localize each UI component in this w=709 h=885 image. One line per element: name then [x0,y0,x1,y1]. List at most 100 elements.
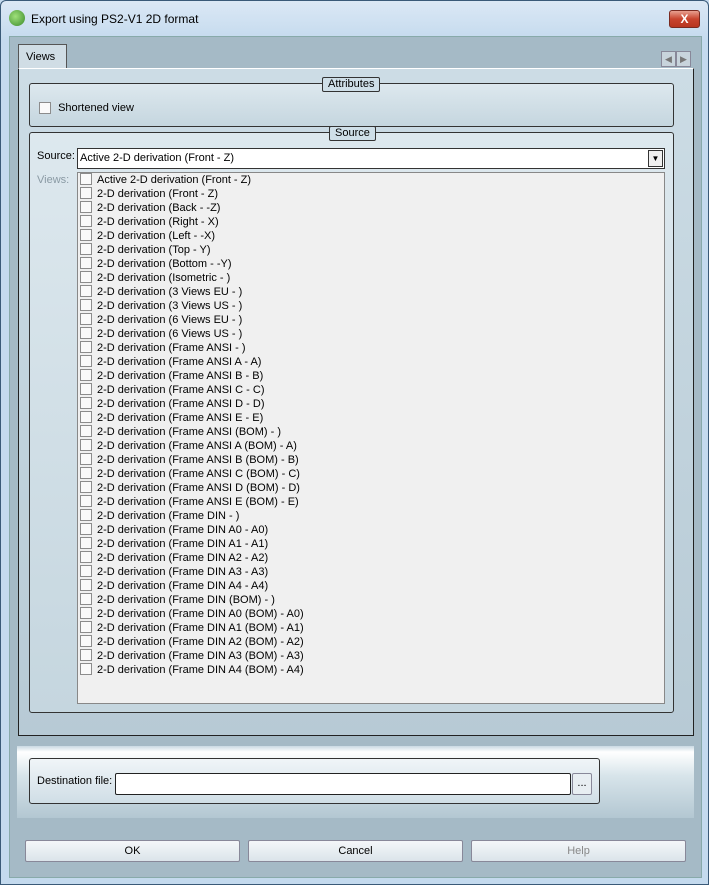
view-checkbox[interactable] [80,621,92,634]
view-list-item[interactable]: 2-D derivation (Frame DIN A4 - A4) [78,579,664,593]
view-checkbox[interactable] [80,313,92,326]
help-button[interactable]: Help [471,840,686,862]
view-checkbox[interactable] [80,355,92,368]
view-checkbox[interactable] [80,579,92,592]
view-label: 2-D derivation (Front - Z) [97,188,219,200]
views-list[interactable]: Active 2-D derivation (Front - Z) 2-D der… [77,172,665,704]
view-checkbox[interactable] [80,523,92,536]
view-list-item[interactable]: 2-D derivation (Frame DIN A2 - A2) [78,551,664,565]
view-label: 2-D derivation (Frame DIN A3 (BOM) - A3) [97,650,304,662]
destination-file-input[interactable] [115,773,571,795]
view-checkbox[interactable] [80,551,92,564]
view-checkbox[interactable] [80,257,92,270]
view-list-item[interactable]: 2-D derivation (Top - Y) [78,243,664,257]
view-list-item[interactable]: 2-D derivation (Frame ANSI D - D) [78,397,664,411]
view-checkbox[interactable] [80,467,92,480]
close-button[interactable]: X [669,10,700,28]
view-list-item[interactable]: 2-D derivation (Frame ANSI D (BOM) - D) [78,481,664,495]
view-list-item[interactable]: 2-D derivation (Frame ANSI E - E) [78,411,664,425]
view-checkbox[interactable] [80,271,92,284]
view-checkbox[interactable] [80,565,92,578]
view-checkbox[interactable] [80,215,92,228]
view-checkbox[interactable] [80,607,92,620]
view-list-item[interactable]: 2-D derivation (Frame DIN A1 - A1) [78,537,664,551]
tab-strip: Views [18,43,694,70]
view-list-item[interactable]: 2-D derivation (Frame DIN - ) [78,509,664,523]
view-list-item[interactable]: 2-D derivation (Frame ANSI B - B) [78,369,664,383]
view-checkbox[interactable] [80,187,92,200]
view-checkbox[interactable] [80,537,92,550]
view-list-item[interactable]: 2-D derivation (Frame DIN (BOM) - ) [78,593,664,607]
view-checkbox[interactable] [80,425,92,438]
view-list-item[interactable]: 2-D derivation (Bottom - -Y) [78,257,664,271]
view-list-item[interactable]: 2-D derivation (Frame DIN A3 (BOM) - A3) [78,649,664,663]
view-checkbox[interactable] [80,341,92,354]
tab-views[interactable]: Views [18,44,67,70]
view-checkbox[interactable] [80,285,92,298]
view-list-item[interactable]: 2-D derivation (Isometric - ) [78,271,664,285]
ok-button[interactable]: OK [25,840,240,862]
view-list-item[interactable]: 2-D derivation (Frame ANSI C (BOM) - C) [78,467,664,481]
view-list-item[interactable]: 2-D derivation (Frame ANSI A (BOM) - A) [78,439,664,453]
view-checkbox[interactable] [80,649,92,662]
view-list-item[interactable]: 2-D derivation (Frame DIN A4 (BOM) - A4) [78,663,664,677]
view-checkbox[interactable] [80,201,92,214]
view-checkbox[interactable] [80,299,92,312]
view-list-item[interactable]: 2-D derivation (Frame ANSI C - C) [78,383,664,397]
view-checkbox[interactable] [80,369,92,382]
view-label: 2-D derivation (Frame ANSI D - D) [97,398,265,410]
view-list-item[interactable]: Active 2-D derivation (Front - Z) [78,173,664,187]
view-list-item[interactable]: 2-D derivation (Frame ANSI E (BOM) - E) [78,495,664,509]
view-checkbox[interactable] [80,635,92,648]
view-checkbox[interactable] [80,173,92,186]
view-label: 2-D derivation (Back - -Z) [97,202,221,214]
view-checkbox[interactable] [80,453,92,466]
attributes-group: Attributes Shortened view [29,77,674,127]
view-list-item[interactable]: 2-D derivation (Frame ANSI B (BOM) - B) [78,453,664,467]
view-label: 2-D derivation (Frame DIN A0 (BOM) - A0) [97,608,304,620]
view-list-item[interactable]: 2-D derivation (3 Views EU - ) [78,285,664,299]
view-list-item[interactable]: 2-D derivation (Frame ANSI (BOM) - ) [78,425,664,439]
view-checkbox[interactable] [80,411,92,424]
view-list-item[interactable]: 2-D derivation (Right - X) [78,215,664,229]
view-list-item[interactable]: 2-D derivation (Front - Z) [78,187,664,201]
view-checkbox[interactable] [80,663,92,676]
tab-scroll-right-icon[interactable]: ▶ [676,51,691,67]
view-list-item[interactable]: 2-D derivation (Frame DIN A3 - A3) [78,565,664,579]
view-checkbox[interactable] [80,481,92,494]
view-checkbox[interactable] [80,229,92,242]
view-checkbox[interactable] [80,327,92,340]
shortened-view-checkbox[interactable] [39,102,51,115]
view-list-item[interactable]: 2-D derivation (Left - -X) [78,229,664,243]
cancel-button[interactable]: Cancel [248,840,463,862]
view-list-item[interactable]: 2-D derivation (Back - -Z) [78,201,664,215]
chevron-down-icon[interactable]: ▼ [648,150,663,167]
view-list-item[interactable]: 2-D derivation (Frame DIN A1 (BOM) - A1) [78,621,664,635]
tab-scroll-left-icon[interactable]: ◀ [661,51,676,67]
view-list-item[interactable]: 2-D derivation (Frame ANSI - ) [78,341,664,355]
view-checkbox[interactable] [80,509,92,522]
view-checkbox[interactable] [80,439,92,452]
view-label: 2-D derivation (6 Views US - ) [97,328,243,340]
view-list-item[interactable]: 2-D derivation (Frame DIN A2 (BOM) - A2) [78,635,664,649]
view-list-item[interactable]: 2-D derivation (Frame ANSI A - A) [78,355,664,369]
view-checkbox[interactable] [80,243,92,256]
view-checkbox[interactable] [80,383,92,396]
source-combobox[interactable]: Active 2-D derivation (Front - Z) ▼ [77,148,665,169]
view-label: 2-D derivation (Left - -X) [97,230,215,242]
view-list-item[interactable]: 2-D derivation (Frame DIN A0 (BOM) - A0) [78,607,664,621]
view-label: 2-D derivation (Frame ANSI A - A) [97,356,262,368]
view-label: 2-D derivation (Frame ANSI E - E) [97,412,264,424]
view-checkbox[interactable] [80,593,92,606]
view-list-item[interactable]: 2-D derivation (6 Views EU - ) [78,313,664,327]
view-checkbox[interactable] [80,495,92,508]
view-label: 2-D derivation (Frame ANSI - ) [97,342,246,354]
shortened-view-label: Shortened view [58,102,134,115]
shortened-view-checkbox-row[interactable]: Shortened view [39,102,134,115]
view-list-item[interactable]: 2-D derivation (Frame DIN A0 - A0) [78,523,664,537]
view-list-item[interactable]: 2-D derivation (6 Views US - ) [78,327,664,341]
view-list-item[interactable]: 2-D derivation (3 Views US - ) [78,299,664,313]
view-checkbox[interactable] [80,397,92,410]
source-legend: Source [329,126,376,141]
browse-button[interactable]: ... [572,773,592,795]
